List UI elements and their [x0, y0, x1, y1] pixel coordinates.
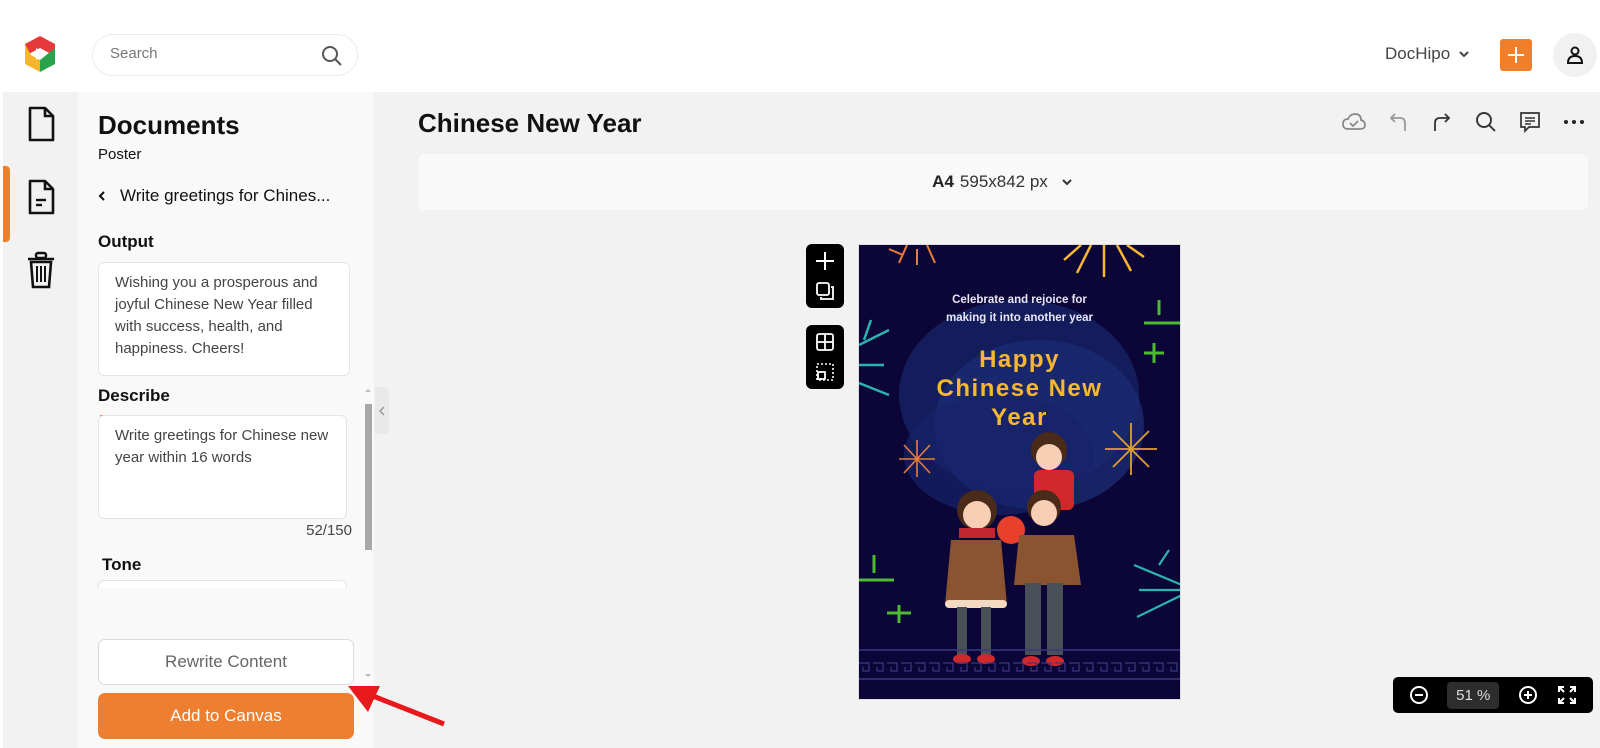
- page-size-selector[interactable]: A4 595x842 px: [418, 154, 1588, 210]
- headline-line: Happy: [979, 346, 1060, 373]
- back-label: Write greetings for Chines...: [120, 186, 331, 205]
- search-icon[interactable]: [321, 45, 343, 67]
- zoom-controls: 51 %: [1393, 677, 1593, 713]
- user-menu-button[interactable]: [1553, 33, 1597, 77]
- account-dropdown[interactable]: DocHipo: [1385, 44, 1470, 64]
- grid-actions-toolbar: [806, 325, 844, 389]
- describe-label: Describe: [98, 386, 170, 405]
- fullscreen-icon[interactable]: [1556, 684, 1578, 706]
- zoom-in-icon[interactable]: [1517, 684, 1539, 706]
- plus-icon: [1508, 47, 1524, 63]
- panel-title: Documents: [98, 110, 240, 140]
- cloud-saved-icon[interactable]: [1342, 110, 1366, 134]
- duplicate-page-icon[interactable]: [814, 280, 836, 302]
- rail-item-ai-writer[interactable]: [3, 167, 78, 227]
- search-icon[interactable]: [1474, 110, 1498, 134]
- back-button[interactable]: Write greetings for Chines...: [98, 186, 330, 206]
- chevron-down-icon: [1062, 179, 1072, 186]
- panel-subtitle: Poster: [98, 146, 142, 163]
- document-title[interactable]: Chinese New Year: [418, 108, 642, 139]
- headline-line: Chinese New: [936, 375, 1103, 402]
- rail-item-documents[interactable]: [3, 94, 78, 154]
- headline-line: Year: [991, 404, 1048, 431]
- poster-tagline[interactable]: Celebrate and rejoice for making it into…: [859, 291, 1180, 327]
- scroll-up-icon[interactable]: [364, 387, 372, 393]
- page-actions-toolbar: [806, 244, 844, 308]
- ai-writer-panel: Documents Poster Write greetings for Chi…: [78, 92, 374, 748]
- character-counter: 52/150: [306, 522, 352, 539]
- create-new-button[interactable]: [1500, 39, 1532, 71]
- tone-select[interactable]: [98, 580, 347, 588]
- page-size-dims: 595x842 px: [959, 172, 1048, 191]
- scrollbar-thumb[interactable]: [365, 404, 372, 550]
- select-area-icon[interactable]: [814, 361, 836, 383]
- file-icon: [28, 106, 54, 142]
- collapse-panel-button[interactable]: [375, 387, 389, 434]
- account-label: DocHipo: [1385, 44, 1451, 63]
- undo-icon[interactable]: [1386, 110, 1410, 134]
- add-to-canvas-button[interactable]: Add to Canvas: [98, 693, 354, 739]
- zoom-out-icon[interactable]: [1408, 684, 1430, 706]
- chevron-left-icon: [379, 405, 385, 416]
- describe-input[interactable]: Write greetings for Chinese new year wit…: [98, 415, 347, 519]
- output-text[interactable]: Wishing you a prosperous and joyful Chin…: [98, 262, 350, 376]
- dochipo-logo[interactable]: [21, 34, 59, 74]
- page-size-name: A4: [932, 172, 954, 191]
- left-rail: [3, 92, 78, 748]
- grid-icon[interactable]: [814, 331, 836, 353]
- tagline-line: Celebrate and rejoice for: [952, 294, 1087, 306]
- comment-icon[interactable]: [1518, 110, 1542, 134]
- top-bar: DocHipo: [0, 0, 1600, 92]
- more-icon[interactable]: [1562, 110, 1586, 134]
- chevron-left-icon: [98, 191, 105, 201]
- editor-area: Chinese New Year A4 595x842 px Celebrate…: [374, 92, 1600, 748]
- search-box[interactable]: [92, 34, 358, 76]
- scroll-down-icon[interactable]: [364, 673, 372, 679]
- output-label: Output: [98, 232, 154, 251]
- poster-headline[interactable]: Happy Chinese New Year: [859, 345, 1180, 432]
- trash-icon: [27, 251, 54, 289]
- tagline-line: making it into another year: [946, 312, 1093, 324]
- tone-label: Tone: [102, 555, 142, 574]
- file-text-icon: [28, 179, 54, 215]
- chevron-down-icon: [1459, 51, 1469, 58]
- add-page-icon[interactable]: [814, 250, 836, 272]
- zoom-value[interactable]: 51 %: [1447, 681, 1500, 709]
- redo-icon[interactable]: [1430, 110, 1454, 134]
- rewrite-content-button[interactable]: Rewrite Content: [98, 639, 354, 685]
- poster-canvas[interactable]: Celebrate and rejoice for making it into…: [858, 244, 1181, 700]
- search-input[interactable]: [110, 45, 310, 62]
- rail-item-trash[interactable]: [3, 240, 78, 300]
- user-icon: [1566, 46, 1584, 64]
- editor-toolbar: [1342, 110, 1586, 134]
